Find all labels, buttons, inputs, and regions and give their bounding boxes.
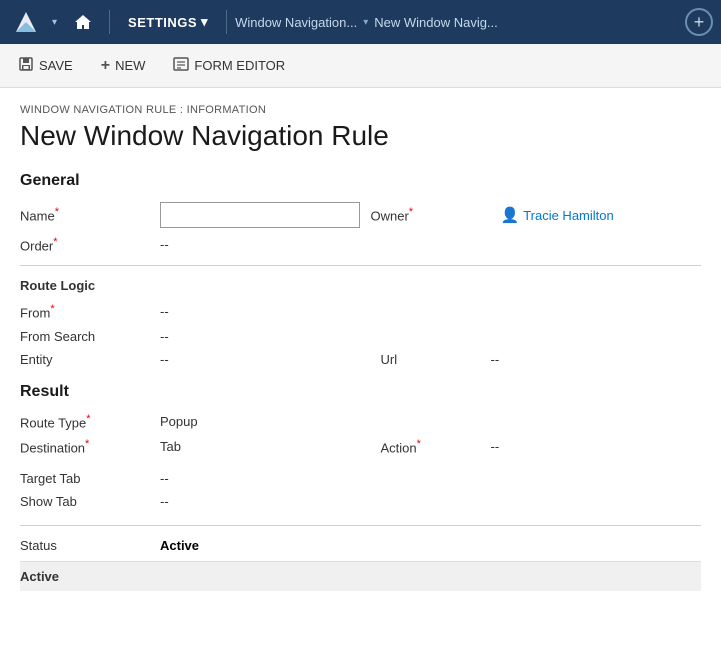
route-logic-form: From* -- From Search -- Entity -- Url --: [20, 303, 701, 366]
entity-value: --: [160, 352, 371, 367]
from-search-value: --: [160, 329, 371, 344]
url-value: --: [491, 352, 702, 367]
home-button[interactable]: [65, 4, 101, 40]
owner-required-star: *: [409, 206, 413, 218]
status-divider: [20, 525, 701, 526]
general-section-header: General: [20, 172, 701, 190]
page-content: WINDOW NAVIGATION RULE : INFORMATION New…: [0, 88, 721, 654]
order-label: Order*: [20, 236, 160, 253]
top-navigation: ▾ SETTINGS ▾ Window Navigation... ▾ New …: [0, 0, 721, 44]
new-label: NEW: [115, 58, 145, 73]
owner-icon: 👤: [501, 206, 520, 224]
breadcrumb-chevron-icon[interactable]: ▾: [361, 17, 370, 28]
route-logic-header: Route Logic: [20, 278, 701, 293]
form-editor-button[interactable]: FORM EDITOR: [167, 52, 291, 79]
new-tab-button[interactable]: +: [685, 8, 713, 36]
breadcrumb-1[interactable]: Window Navigation...: [235, 15, 357, 30]
new-button[interactable]: + NEW: [95, 54, 152, 78]
from-value: --: [160, 304, 371, 319]
url-label: Url: [371, 352, 491, 367]
app-logo[interactable]: [8, 4, 44, 40]
route-type-value: Popup: [160, 414, 371, 429]
route-logic-divider: [20, 265, 701, 266]
logo-chevron-icon[interactable]: ▾: [48, 17, 61, 28]
status-active-bar: Active: [20, 561, 701, 591]
owner-label: Owner*: [371, 206, 491, 223]
toolbar: SAVE + NEW FORM EDITOR: [0, 44, 721, 88]
destination-value: Tab: [160, 439, 371, 454]
status-active-label: Active: [20, 569, 160, 584]
settings-nav-button[interactable]: SETTINGS ▾: [118, 8, 218, 36]
form-editor-label: FORM EDITOR: [194, 58, 285, 73]
action-label: Action*: [371, 438, 491, 455]
new-tab-icon: +: [694, 12, 705, 33]
form-editor-icon: [173, 56, 189, 75]
from-search-label: From Search: [20, 329, 160, 344]
name-input[interactable]: [160, 202, 360, 228]
route-type-label: Route Type*: [20, 413, 160, 430]
status-row: Status Active: [20, 538, 701, 553]
action-required-star: *: [417, 438, 421, 450]
owner-link[interactable]: Tracie Hamilton: [523, 208, 614, 223]
show-tab-label: Show Tab: [20, 494, 160, 509]
general-form-grid: Name* Owner* 👤 Tracie Hamilton Order* --: [20, 202, 701, 253]
page-subtitle: WINDOW NAVIGATION RULE : INFORMATION: [20, 104, 701, 116]
save-button[interactable]: SAVE: [12, 52, 79, 79]
action-value: --: [491, 439, 702, 454]
nav-divider-1: [109, 10, 110, 34]
nav-divider-2: [226, 10, 227, 34]
order-value: --: [160, 237, 371, 252]
breadcrumb: Window Navigation... ▾ New Window Navig.…: [235, 15, 498, 30]
breadcrumb-2[interactable]: New Window Navig...: [374, 15, 498, 30]
new-icon: +: [101, 58, 110, 74]
status-label: Status: [20, 538, 160, 553]
save-icon: [18, 56, 34, 75]
save-label: SAVE: [39, 58, 73, 73]
result-section-header: Result: [20, 383, 701, 401]
status-value: Active: [160, 538, 701, 553]
target-tab-value: --: [160, 471, 371, 486]
entity-label: Entity: [20, 352, 160, 367]
settings-label: SETTINGS: [128, 15, 197, 30]
name-label: Name*: [20, 206, 160, 223]
name-field-container: [160, 202, 371, 228]
target-tab-label: Target Tab: [20, 471, 160, 486]
owner-value-container: 👤 Tracie Hamilton: [491, 206, 702, 224]
destination-required-star: *: [85, 438, 89, 450]
from-required-star: *: [50, 303, 54, 315]
order-required-star: *: [53, 236, 57, 248]
from-label: From*: [20, 303, 160, 320]
settings-chevron-icon: ▾: [201, 14, 208, 30]
page-title: New Window Navigation Rule: [20, 120, 701, 152]
result-form: Route Type* Popup Destination* Tab Actio…: [20, 413, 701, 510]
route-type-required-star: *: [86, 413, 90, 425]
name-required-star: *: [55, 206, 59, 218]
show-tab-value: --: [160, 494, 371, 509]
destination-label: Destination*: [20, 438, 160, 455]
